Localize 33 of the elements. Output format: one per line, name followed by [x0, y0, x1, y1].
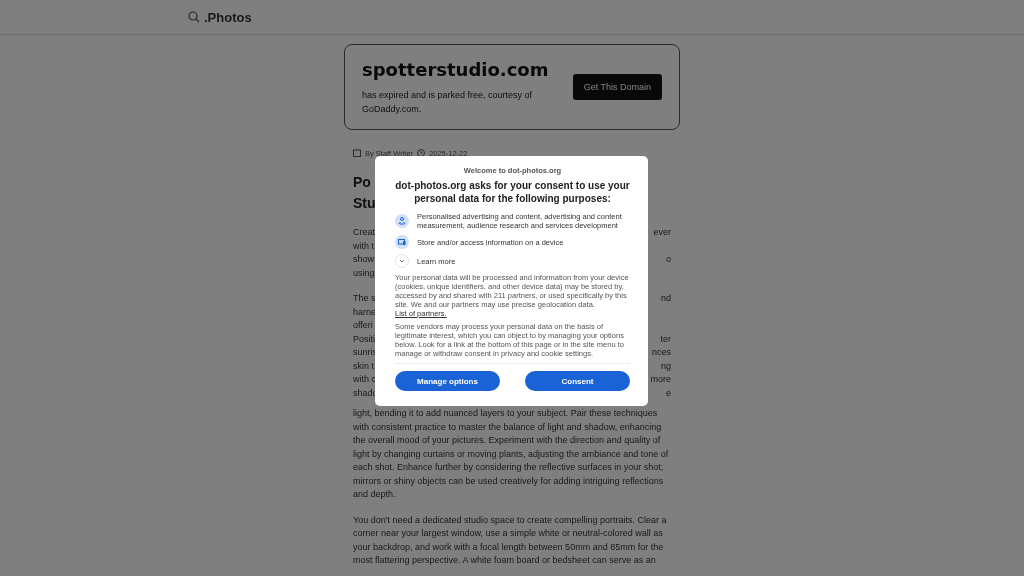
consent-button[interactable]: Consent: [525, 371, 630, 391]
paragraph-text: light, bending it to add nuanced layers to your subject. Pair these techniques with consistent practice to master the balance of light and shadow, enhancing the overall mood of your pictures. Experiment with the direction and quality of light by changing curtains or moving plants, adjusting the ambiance and tone of each shot. Enhance further by considering the reflective surfaces in your shot; mirrors or shiny objects can be used creatively for adding intriguing reflections and depth.: [353, 407, 670, 501]
get-domain-button[interactable]: Get This Domain: [572, 74, 662, 100]
paragraph-text: ter: [660, 332, 671, 346]
paragraph-text: e: [666, 386, 671, 400]
paragraph-text: with c: [353, 373, 376, 386]
paragraph-text: offeri: [353, 319, 373, 332]
device-icon: [395, 235, 409, 249]
dialog-heading: dot-photos.org asks for your consent to use your personal data for the following purposes:: [395, 180, 630, 205]
paragraph-text: ever: [653, 226, 671, 239]
people-icon: [395, 214, 409, 228]
expired-message: has expired and is parked free, courtesy of GoDaddy.com.: [362, 88, 534, 116]
site-logo[interactable]: .Photos: [204, 9, 252, 25]
search-icon[interactable]: [188, 11, 200, 23]
domain-name: spotterstudio.com: [362, 58, 550, 80]
paragraph-text: ng: [661, 359, 671, 373]
paragraph-text: The s: [353, 292, 376, 305]
paragraph-text: skin t: [353, 359, 374, 373]
paragraph-text: nces: [652, 346, 671, 359]
paragraph-text: Creat: [353, 226, 375, 239]
paragraph-text: more: [650, 373, 671, 386]
paragraph-text: Positi: [353, 332, 375, 346]
article-title: Stu: [353, 195, 376, 211]
paragraph-text: You don't need a dedicated studio space to create compelling portraits. Clear a corner near your largest window, use a simple white or neutral-colored wall as your backdrop, and work with a focal length between 50mm and 85mm for the most flattering perspective. A white foam board or bedsheet can serve as an: [353, 513, 668, 567]
article-title: Po: [353, 174, 371, 190]
paragraph-text: o: [666, 253, 671, 266]
paragraph-text: harne: [353, 305, 377, 319]
paragraph-text: nd: [661, 292, 671, 305]
paragraph-text: using: [353, 266, 375, 280]
manage-options-button[interactable]: Manage options: [395, 371, 500, 391]
paragraph-text: with t: [353, 239, 374, 253]
calendar-icon: [353, 149, 361, 157]
paragraph-text: show: [353, 253, 374, 266]
